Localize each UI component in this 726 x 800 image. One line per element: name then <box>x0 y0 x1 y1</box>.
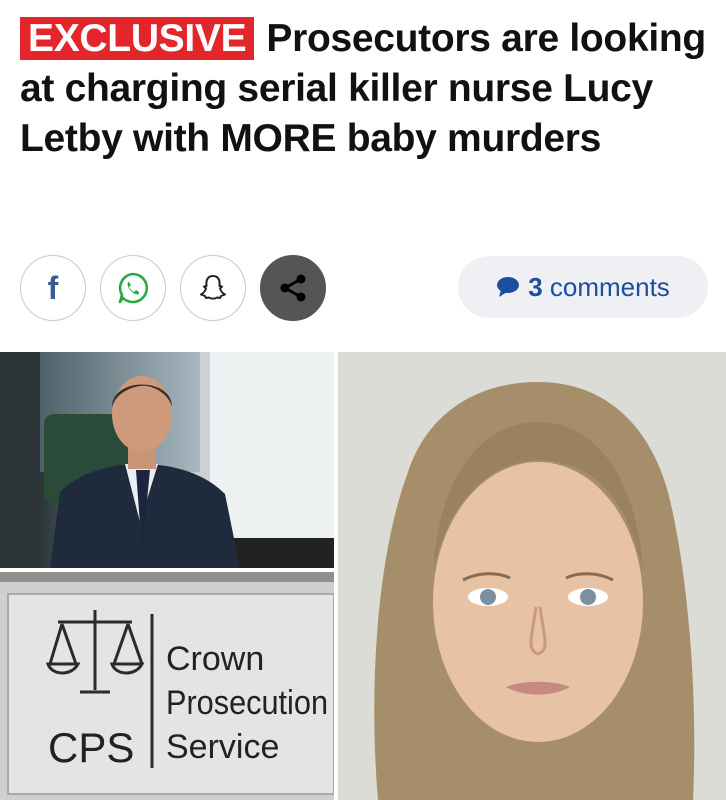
sign-line-1: Crown <box>166 640 264 678</box>
snapchat-icon <box>200 275 226 300</box>
snapchat-share-button[interactable] <box>180 255 246 321</box>
comments-count-label: 3 comments <box>528 272 670 303</box>
prosecutor-photo <box>0 352 334 568</box>
sign-line-2: Prosecution <box>166 684 328 722</box>
whatsapp-share-button[interactable] <box>100 255 166 321</box>
whatsapp-icon <box>118 272 149 304</box>
article-headline: EXCLUSIVE Prosecutors are looking at char… <box>20 14 710 164</box>
facebook-icon: f <box>47 269 59 306</box>
sign-line-3: Service <box>166 728 279 766</box>
comments-label: comments <box>549 271 670 302</box>
share-icon <box>280 274 306 302</box>
cps-sign-photo: CPS Crown Prosecution Service <box>0 572 334 800</box>
cps-sign: CPS Crown Prosecution Service <box>0 572 334 800</box>
exclusive-badge: EXCLUSIVE <box>20 17 255 60</box>
share-button[interactable] <box>260 255 326 321</box>
cps-abbreviation: CPS <box>48 724 134 771</box>
comments-count: 3 <box>528 271 543 302</box>
letby-photo <box>338 352 726 800</box>
comments-button[interactable]: 3 comments <box>458 256 708 318</box>
woman-portrait-illustration <box>338 352 726 800</box>
comment-bubble-icon <box>497 277 520 297</box>
facebook-share-button[interactable]: f <box>20 255 86 321</box>
share-toolbar: f 3 comments <box>0 252 726 322</box>
prosecutor-illustration <box>0 352 334 568</box>
article-photo-collage: CPS Crown Prosecution Service <box>0 352 726 800</box>
